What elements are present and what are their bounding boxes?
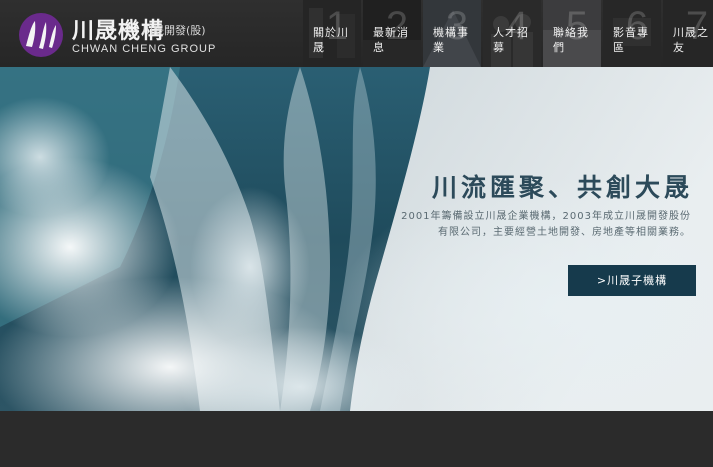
nav-item-news[interactable]: 2 最新消息 [363, 0, 421, 67]
nav-label: 最新消息 [373, 26, 409, 54]
hero-description: 2001年籌備設立川晟企業機構，2003年成立川晟開發股份有限公司，主要經營土地… [401, 211, 691, 238]
logo-mark-icon [19, 13, 63, 57]
nav-label: 關於川晟 [313, 26, 349, 54]
nav-item-about[interactable]: 1 關於川晟 [303, 0, 361, 67]
site-header: 川晟機構 川晟開發(股) CHWAN CHENG GROUP 1 關於川晟 2 … [0, 0, 713, 67]
nav-item-business[interactable]: 3 機構事業 [423, 0, 481, 67]
nav-label: 人才招募 [493, 26, 529, 54]
logo-english-name: CHWAN CHENG GROUP [72, 43, 217, 55]
nav-label: 影音專區 [613, 26, 649, 54]
nav-label: 川晟之友 [673, 26, 709, 54]
hero-banner: 川流匯聚、共創大晟 2001年籌備設立川晟企業機構，2003年成立川晟開發股份有… [0, 67, 713, 411]
footer-bar [0, 411, 713, 467]
logo[interactable]: 川晟機構 川晟開發(股) CHWAN CHENG GROUP [18, 10, 228, 60]
hero-title: 川流匯聚、共創大晟 [431, 173, 693, 202]
nav-item-contact[interactable]: 5 聯絡我們 [543, 0, 601, 67]
nav-label: 聯絡我們 [553, 26, 589, 54]
nav-item-media[interactable]: 6 影音專區 [603, 0, 661, 67]
nav-item-friends[interactable]: 7 川晟之友 [663, 0, 713, 67]
logo-subtitle: 川晟開發(股) [142, 24, 206, 37]
nav-label: 機構事業 [433, 26, 469, 54]
subsidiary-button[interactable]: >川晟子機構 [568, 265, 696, 296]
nav-item-careers[interactable]: 4 人才招募 [483, 0, 541, 67]
